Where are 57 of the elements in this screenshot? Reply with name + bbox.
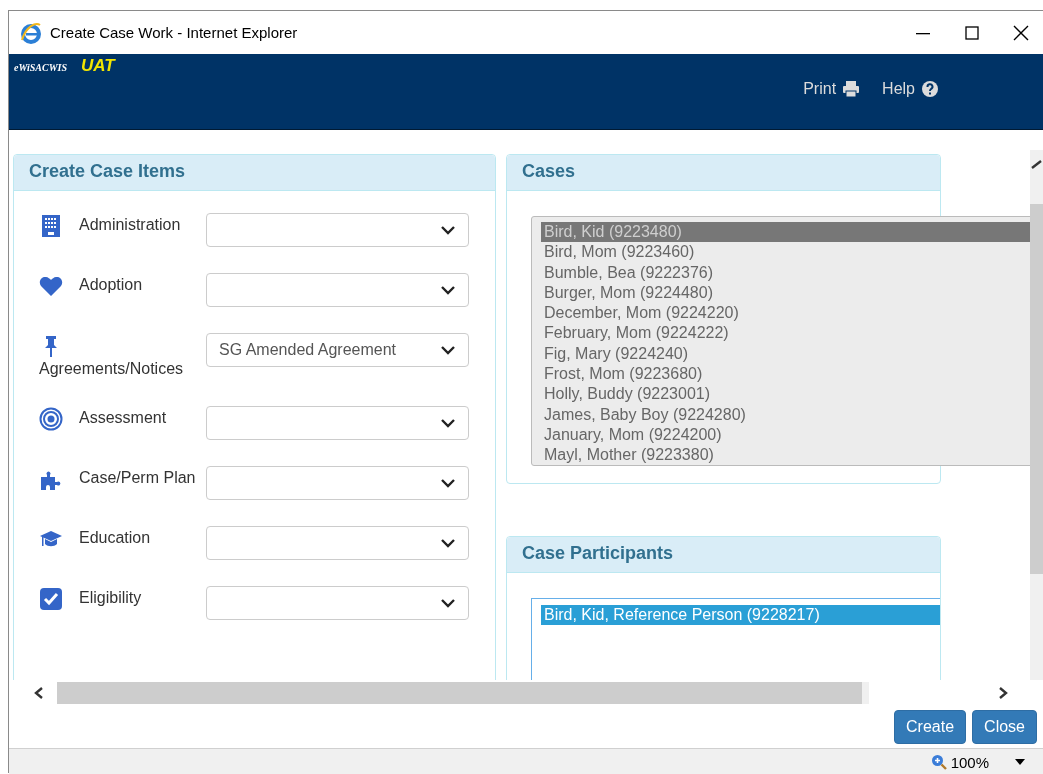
chevron-down-icon [440,284,456,296]
scroll-right-icon[interactable] [997,685,1009,700]
checkbox-icon [39,587,63,611]
list-item[interactable]: Burger, Mom (9224480) [541,282,1030,304]
list-item[interactable]: Holly, Buddy (9223001) [541,384,1030,405]
panel-title: Cases [507,155,940,191]
list-item[interactable]: December, Mom (9224220) [541,303,1030,324]
chevron-down-icon [440,417,456,429]
chevron-down-icon [440,537,456,549]
caret-icon[interactable] [1015,759,1025,765]
list-item[interactable]: Bird, Kid (9223480) [541,222,1030,243]
printer-icon [842,80,861,98]
dropdown[interactable]: SG Amended Agreement [206,333,469,367]
browser-logo-icon [20,21,42,44]
header-link[interactable]: Print [803,80,861,98]
building-icon [39,214,63,238]
list-item[interactable]: Frost, Mom (9223680) [541,364,1030,385]
environment-label: UAT [81,56,115,76]
list-item[interactable]: James, Baby Boy (9224280) [541,404,1030,425]
dialog-button[interactable]: Create [894,709,967,744]
field-label: Agreements/Notices [39,360,184,377]
dialog-button[interactable]: Close [972,709,1037,744]
field-label: Administration [79,216,181,234]
target-icon [39,407,63,431]
panel-title: Case Participants [507,537,940,573]
close-icon[interactable] [1013,24,1029,41]
chevron-down-icon [440,344,456,356]
list-item[interactable]: February, Mom (9224222) [541,323,1030,344]
scroll-up-icon[interactable] [1030,158,1043,172]
list-item[interactable]: Bumble, Bea (9222376) [541,262,1030,283]
header-link[interactable]: Help [882,80,939,98]
field-label: Eligibility [79,589,142,607]
zoom-icon[interactable] [930,754,947,770]
participants-listbox[interactable]: Bird, Kid, Reference Person (9228217) [531,598,940,680]
list-item[interactable]: Fig, Mary (9224240) [541,343,1030,365]
app-name: eWiSACWIS [14,62,67,73]
help-icon [921,80,939,98]
window-title: Create Case Work - Internet Explorer [50,24,299,41]
panel-title: Create Case Items [14,155,495,191]
cases-listbox[interactable] [531,216,1030,466]
chevron-down-icon [440,597,456,609]
chevron-down-icon [440,224,456,236]
list-item[interactable]: Mayl, Mother (9223380) [541,445,1030,465]
list-item[interactable]: Bird, Kid, Reference Person (9228217) [541,605,940,626]
maximize-icon[interactable] [964,24,980,41]
scroll-left-icon[interactable] [33,685,45,700]
list-item[interactable]: January, Mom (9224200) [541,424,1030,446]
field-label: Assessment [79,409,167,427]
chevron-down-icon [440,477,456,489]
list-item[interactable]: Bird, Mom (9223460) [541,242,1030,263]
field-label: Education [79,529,151,547]
field-label: Adoption [79,276,143,294]
vertical-scrollbar[interactable] [1030,150,1043,680]
horizontal-scrollbar[interactable] [57,681,869,704]
field-label: Case/Perm Plan [79,469,196,487]
zoom-level: 100% [950,753,989,771]
heart-icon [39,274,63,298]
